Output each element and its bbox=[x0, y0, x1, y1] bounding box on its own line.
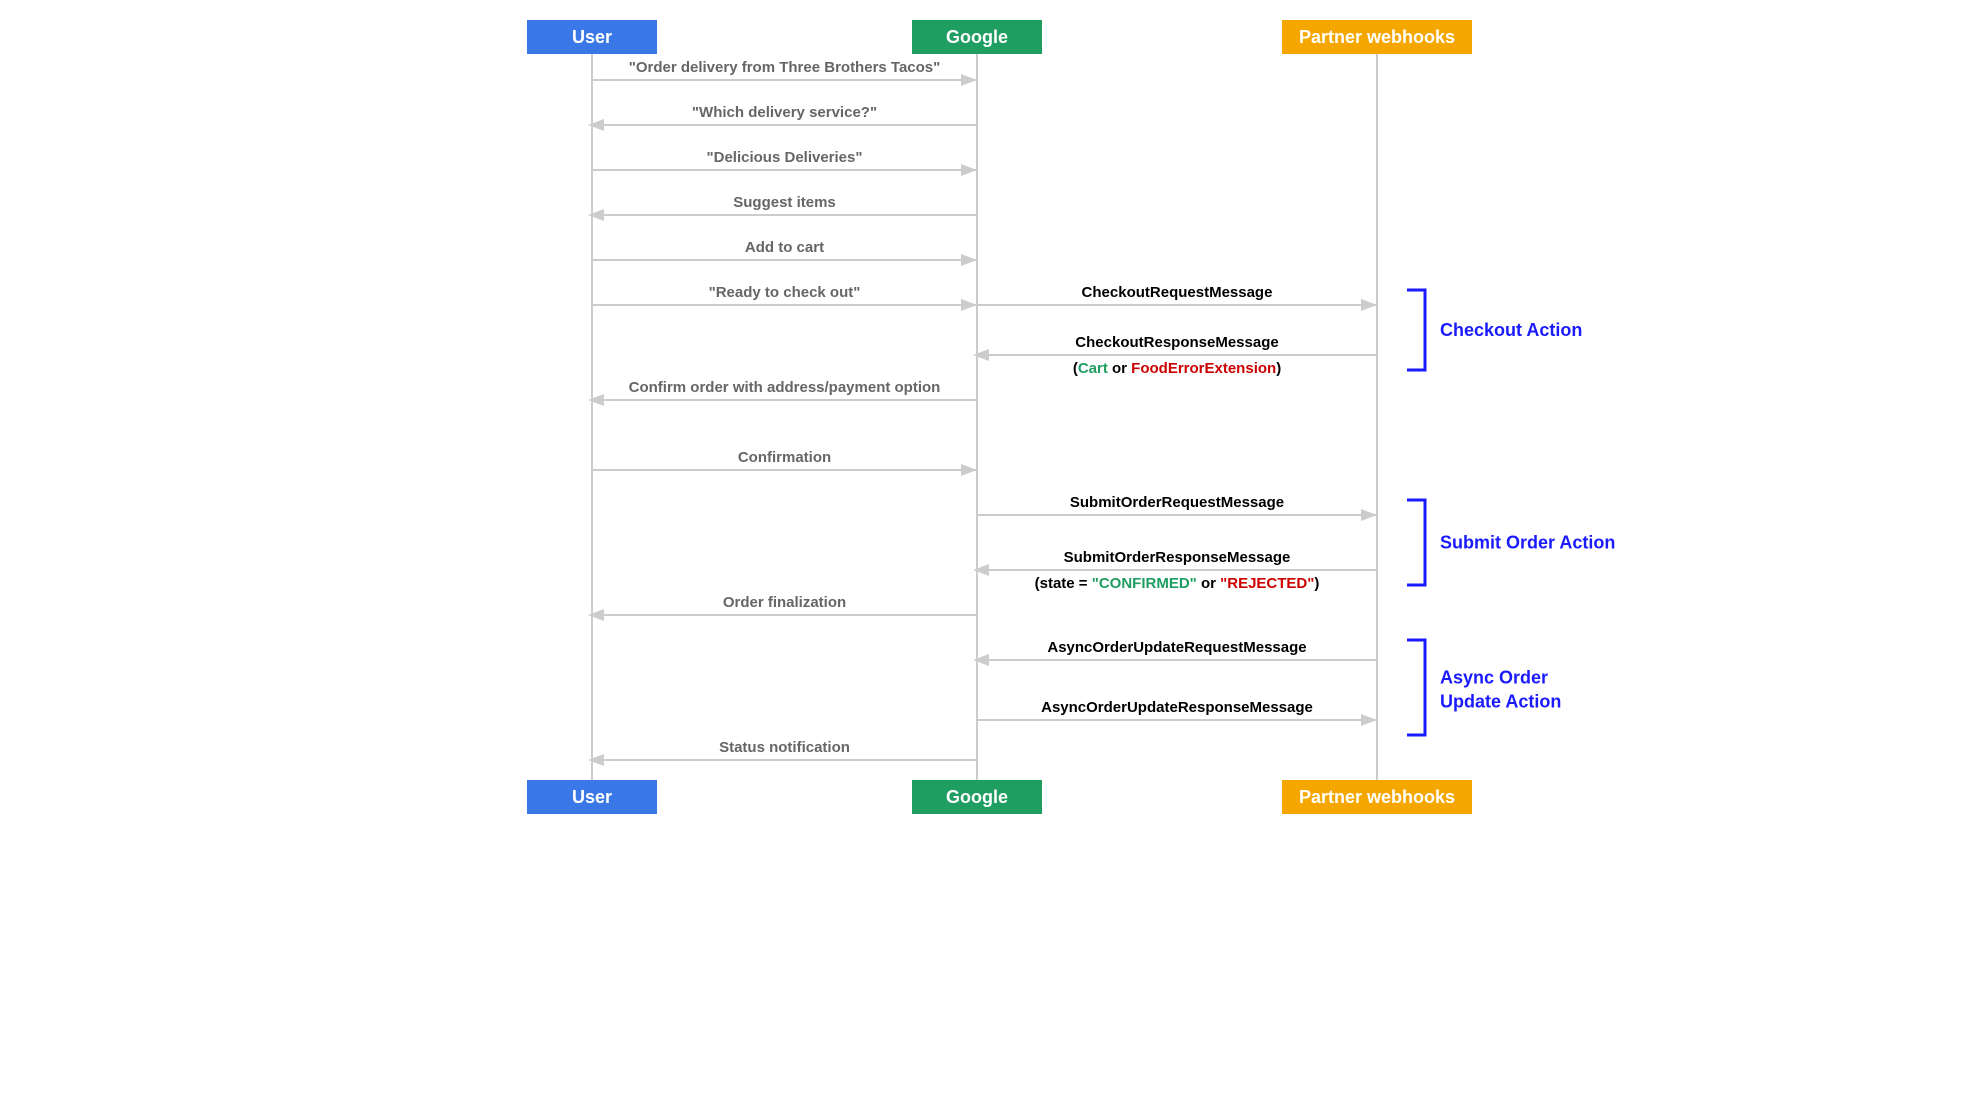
message-label: Status notification bbox=[719, 739, 850, 756]
message-label: AsyncOrderUpdateResponseMessage bbox=[1041, 699, 1313, 716]
message-label: CheckoutResponseMessage bbox=[1075, 334, 1278, 351]
lane-label: Google bbox=[946, 787, 1008, 807]
message-sublabel: (Cart or FoodErrorExtension) bbox=[1072, 360, 1280, 377]
message-label: SubmitOrderRequestMessage bbox=[1069, 494, 1283, 511]
message-label: Add to cart bbox=[744, 239, 823, 256]
action-label: Async Order bbox=[1440, 668, 1548, 688]
lane-label: User bbox=[571, 27, 611, 47]
sequence-diagram: User User Google Google Partner webhooks Part… bbox=[242, 0, 1742, 830]
action-bracket bbox=[1407, 500, 1425, 585]
message-label: Confirmation bbox=[737, 449, 830, 466]
message-label: Confirm order with address/payment optio… bbox=[628, 379, 940, 396]
action-label: Update Action bbox=[1440, 692, 1561, 712]
message-label: "Which delivery service?" bbox=[691, 104, 876, 121]
action-label: Checkout Action bbox=[1440, 320, 1582, 340]
message-label: SubmitOrderResponseMessage bbox=[1063, 549, 1290, 566]
message-label: AsyncOrderUpdateRequestMessage bbox=[1047, 639, 1306, 656]
message-label: "Ready to check out" bbox=[708, 284, 860, 301]
action-label: Submit Order Action bbox=[1440, 533, 1615, 553]
message-label: CheckoutRequestMessage bbox=[1081, 284, 1272, 301]
message-label: Order finalization bbox=[722, 594, 845, 611]
lane-label: User bbox=[571, 787, 611, 807]
action-bracket bbox=[1407, 290, 1425, 370]
lane-label: Partner webhooks bbox=[1298, 27, 1454, 47]
message-label: "Delicious Deliveries" bbox=[706, 149, 862, 166]
lane-label: Google bbox=[946, 27, 1008, 47]
message-sublabel: (state = "CONFIRMED" or "REJECTED") bbox=[1034, 575, 1319, 592]
action-bracket bbox=[1407, 640, 1425, 735]
message-label: Suggest items bbox=[733, 194, 836, 211]
message-label: "Order delivery from Three Brothers Taco… bbox=[628, 59, 940, 76]
lane-label: Partner webhooks bbox=[1298, 787, 1454, 807]
